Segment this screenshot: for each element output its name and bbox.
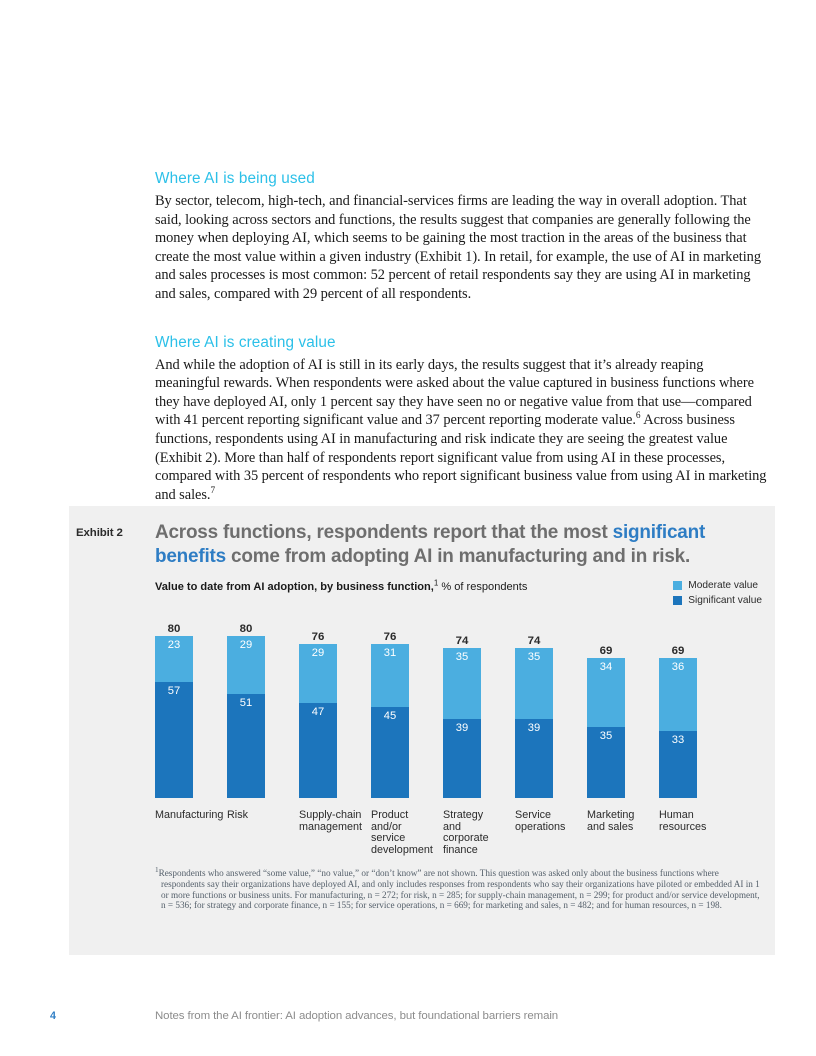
bar-segment-moderate[interactable]: 36	[659, 657, 697, 732]
bar-segment-moderate-value: 35	[455, 650, 469, 663]
bar-category-label-line: Marketing	[587, 809, 635, 821]
stacked-bar-chart: 80 23 57 Manufacturing 80 29 51 Risk 76 29 47 Suppl…	[155, 612, 755, 902]
bar-segment-moderate-value: 35	[527, 650, 541, 663]
bar-total-label: 76	[311, 630, 325, 643]
chart-legend: Moderate value Significant value	[673, 580, 762, 606]
bar-total-label: 80	[167, 622, 181, 635]
bar-segment-significant[interactable]: 39	[443, 718, 481, 798]
bar-segment-moderate-value: 23	[167, 638, 181, 651]
bar-segment-significant-value: 51	[239, 697, 253, 710]
exhibit-panel: Exhibit 2 Across functions, respondents …	[69, 506, 775, 955]
exhibit-title: Across functions, respondents report tha…	[155, 521, 715, 569]
chart-subtitle-bold: Value to date from AI adoption, by busin…	[155, 581, 434, 593]
legend-item-moderate-value: Moderate value	[673, 580, 762, 591]
bar-segment-significant-value: 57	[167, 685, 181, 698]
page-number: 4	[50, 1010, 56, 1022]
bar-category-label-line: Strategy	[443, 809, 484, 821]
bar-stack: 35 39	[515, 647, 553, 798]
footnote-reference-7[interactable]: 7	[210, 486, 215, 496]
section-heading-where-ai-is-being-used: Where AI is being used	[155, 170, 315, 187]
bar-segment-moderate-value: 29	[239, 638, 253, 651]
bar-stack: 31 45	[371, 643, 409, 798]
bar-segment-significant[interactable]: 45	[371, 706, 409, 798]
bar-segment-moderate-value: 36	[671, 660, 685, 673]
bar-segment-moderate-value: 31	[383, 646, 397, 659]
legend-item-significant-value: Significant value	[673, 595, 762, 606]
bar-total-label: 69	[599, 644, 613, 657]
bar-segment-significant[interactable]: 33	[659, 731, 697, 798]
bar-stack: 36 33	[659, 657, 697, 798]
bar-category-label-line: development	[371, 843, 433, 856]
bar-category-label-line: Risk	[227, 809, 248, 821]
bar-segment-significant[interactable]: 47	[299, 702, 337, 798]
section-paragraph-where-ai-is-being-used: By sector, telecom, high-tech, and finan…	[155, 193, 761, 302]
bar-category-label-line: Manufacturing	[155, 809, 224, 821]
bar-column[interactable]: 76 29 47 Supply-chain management	[299, 612, 371, 902]
exhibit-label: Exhibit 2	[76, 527, 123, 539]
bar-stack: 23 57	[155, 635, 193, 798]
bar-total-label: 74	[455, 634, 469, 647]
legend-swatch-moderate-icon	[673, 581, 683, 590]
bar-segment-moderate-value: 29	[311, 646, 325, 659]
bar-category-label-line: and sales	[587, 820, 634, 833]
bar-column[interactable]: 80 29 51 Risk	[227, 612, 299, 902]
bar-stack: 35 39	[443, 647, 481, 798]
bar-segment-significant-value: 39	[527, 721, 541, 734]
bar-segment-significant-value: 45	[383, 709, 397, 722]
bar-segment-significant-value: 39	[455, 721, 469, 734]
bar-column[interactable]: 76 31 45 Product and/or service development	[371, 612, 443, 902]
exhibit-footnote-text: Respondents who answered “some value,” “…	[158, 868, 760, 911]
bar-total-label: 80	[239, 622, 253, 635]
bar-segment-significant[interactable]: 39	[515, 718, 553, 798]
bar-column[interactable]: 74 35 39 Strategy and corporate finance	[443, 612, 515, 902]
legend-label-significant-value: Significant value	[688, 595, 762, 606]
bar-category-label-line: Supply-chain	[299, 809, 362, 821]
bar-segment-significant-value: 47	[311, 705, 325, 718]
bar-segment-moderate-value: 34	[599, 660, 613, 673]
bar-segment-significant-value: 33	[671, 734, 685, 747]
exhibit-title-part-1: Across functions, respondents report tha…	[155, 522, 613, 543]
bar-segment-moderate[interactable]: 23	[155, 635, 193, 683]
bar-segment-moderate[interactable]: 29	[299, 643, 337, 703]
bar-category-label-line: finance	[443, 843, 478, 856]
section-heading-where-ai-is-creating-value: Where AI is creating value	[155, 333, 336, 351]
bar-segment-moderate[interactable]: 34	[587, 657, 625, 727]
chart-subtitle-light: % of respondents	[438, 581, 528, 593]
bar-category-label-line: Human	[659, 809, 694, 821]
exhibit-title-part-2: come from adopting AI in manufacturing a…	[225, 546, 691, 567]
bar-category-label-line: operations	[515, 820, 566, 833]
bar-category-label-line: Service	[515, 809, 552, 821]
article-body: Where AI is being used By sector, teleco…	[155, 170, 771, 504]
legend-swatch-significant-icon	[673, 596, 683, 605]
bar-stack: 34 35	[587, 657, 625, 798]
bar-segment-moderate[interactable]: 35	[515, 647, 553, 719]
section-paragraph-where-ai-is-creating-value: And while the adoption of AI is still in…	[155, 356, 771, 505]
bar-column[interactable]: 69 36 33 Human resources	[659, 612, 731, 902]
bar-segment-significant[interactable]: 57	[155, 682, 193, 798]
bar-segment-significant[interactable]: 51	[227, 694, 265, 798]
legend-label-moderate-value: Moderate value	[688, 580, 759, 591]
bar-stack: 29 47	[299, 643, 337, 798]
bar-total-label: 69	[671, 644, 685, 657]
bar-segment-significant[interactable]: 35	[587, 726, 625, 798]
bar-segment-moderate[interactable]: 35	[443, 647, 481, 719]
bar-column[interactable]: 74 35 39 Service operations	[515, 612, 587, 902]
chart-subtitle: Value to date from AI adoption, by busin…	[155, 579, 528, 593]
bar-category-label-line: Product	[371, 809, 409, 821]
bar-column[interactable]: 80 23 57 Manufacturing	[155, 612, 227, 902]
bar-segment-significant-value: 35	[599, 729, 613, 742]
bar-total-label: 74	[527, 634, 541, 647]
bar-category-label-line: management	[299, 820, 363, 833]
bar-category-label-line: resources	[659, 820, 707, 833]
exhibit-footnote: 1Respondents who answered “some value,” …	[155, 866, 761, 911]
bar-total-label: 76	[383, 630, 397, 643]
running-title: Notes from the AI frontier: AI adoption …	[155, 1010, 559, 1022]
bar-segment-moderate[interactable]: 29	[227, 635, 265, 695]
bar-stack: 29 51	[227, 635, 265, 798]
bar-column[interactable]: 69 34 35 Marketing and sales	[587, 612, 659, 902]
bar-segment-moderate[interactable]: 31	[371, 643, 409, 707]
